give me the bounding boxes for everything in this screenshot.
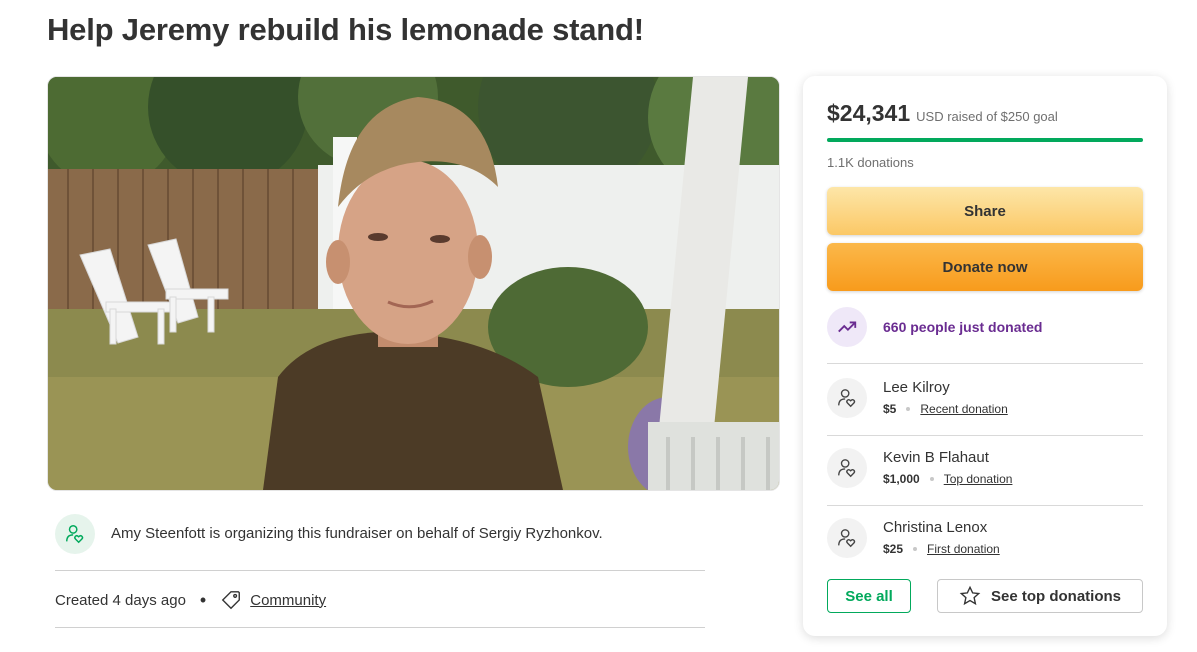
amount-raised-row: $24,341 USD raised of $250 goal [827, 100, 1058, 127]
donation-type-link[interactable]: Recent donation [920, 402, 1007, 416]
donor-details: $25 First donation [883, 542, 1000, 556]
donor-avatar-icon [827, 448, 867, 488]
fundraiser-photo [47, 76, 780, 491]
divider [827, 435, 1143, 436]
divider [827, 505, 1143, 506]
progress-fill [827, 138, 1143, 142]
donor-amount: $5 [883, 402, 897, 416]
see-top-donations-button[interactable]: See top donations [937, 579, 1143, 613]
dot-separator [929, 477, 934, 481]
fundraiser-meta: Created 4 days ago • Community [55, 589, 326, 611]
trending-up-icon [827, 307, 867, 347]
goal-text: USD raised of $250 goal [916, 109, 1058, 124]
donate-now-button[interactable]: Donate now [827, 243, 1143, 291]
donation-type-link[interactable]: Top donation [944, 472, 1013, 486]
donation-type-link[interactable]: First donation [927, 542, 1000, 556]
donor-item: Christina Lenox $25 First donation [827, 514, 1143, 562]
donor-avatar-icon [827, 378, 867, 418]
organizer-row: Amy Steenfott is organizing this fundrai… [55, 514, 705, 554]
organizer-text: Amy Steenfott is organizing this fundrai… [111, 525, 603, 542]
see-all-button[interactable]: See all [827, 579, 911, 613]
donor-avatar-icon [827, 518, 867, 558]
progress-bar [827, 138, 1143, 142]
divider [55, 627, 705, 628]
category-link[interactable]: Community [250, 592, 326, 609]
amount-raised: $24,341 [827, 100, 911, 126]
tag-icon [220, 589, 242, 611]
see-top-donations-label: See top donations [990, 587, 1121, 605]
star-icon [959, 585, 981, 607]
organizer-heart-icon [55, 514, 95, 554]
photo-illustration [48, 77, 779, 490]
donor-details: $5 Recent donation [883, 402, 1008, 416]
donations-count: 1.1K donations [827, 155, 914, 170]
donor-details: $1,000 Top donation [883, 472, 1012, 486]
donor-name: Christina Lenox [883, 519, 988, 536]
recent-activity: 660 people just donated [827, 307, 1143, 347]
page-title: Help Jeremy rebuild his lemonade stand! [47, 12, 644, 47]
donation-card: $24,341 USD raised of $250 goal 1.1K don… [803, 76, 1167, 636]
donor-amount: $25 [883, 542, 904, 556]
donor-item: Kevin B Flahaut $1,000 Top donation [827, 444, 1143, 492]
recent-activity-text: 660 people just donated [883, 319, 1043, 335]
meta-separator: • [199, 590, 207, 610]
donor-amount: $1,000 [883, 472, 920, 486]
donor-name: Lee Kilroy [883, 379, 950, 396]
divider [55, 570, 705, 571]
share-button[interactable]: Share [827, 187, 1143, 235]
created-date: Created 4 days ago [55, 591, 186, 609]
divider [827, 363, 1143, 364]
dot-separator [906, 407, 911, 411]
donor-item: Lee Kilroy $5 Recent donation [827, 374, 1143, 422]
donor-name: Kevin B Flahaut [883, 449, 989, 466]
dot-separator [913, 547, 918, 551]
